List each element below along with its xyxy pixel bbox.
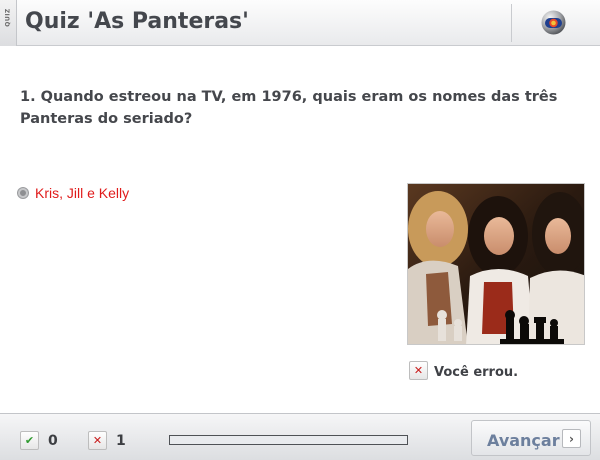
question-photo <box>407 183 585 345</box>
quiz-header: QUIZ Quiz 'As Panteras' <box>0 0 600 46</box>
photo-image <box>408 184 584 344</box>
result-text: Você errou. <box>434 365 519 380</box>
quiz-footer: ✔ 0 ✕ 1 Avançar › <box>0 413 600 460</box>
quiz-side-tab: QUIZ <box>0 0 17 46</box>
question-text: 1. Quando estreou na TV, em 1976, quais … <box>20 89 558 127</box>
chevron-right-icon: › <box>562 429 581 448</box>
answer-result: ✕ Você errou. <box>409 361 518 380</box>
x-icon: ✕ <box>88 431 107 450</box>
answer-option[interactable]: Kris, Jill e Kelly <box>18 184 129 202</box>
wrong-count: 1 <box>116 432 126 449</box>
correct-score: ✔ 0 <box>20 431 58 450</box>
page-title: Quiz 'As Panteras' <box>25 9 249 34</box>
check-icon: ✔ <box>20 431 39 450</box>
correct-count: 0 <box>48 432 58 449</box>
next-button[interactable]: Avançar › <box>471 420 591 456</box>
radio-button[interactable] <box>18 188 28 198</box>
x-icon: ✕ <box>409 361 428 380</box>
answer-option-label: Kris, Jill e Kelly <box>35 185 130 201</box>
globo-logo-icon <box>541 10 566 35</box>
quiz-tab-label: QUIZ <box>4 8 12 27</box>
wrong-score: ✕ 1 <box>88 431 126 450</box>
next-button-label: Avançar <box>487 431 560 450</box>
header-divider <box>511 4 512 42</box>
quiz-progress-bar <box>169 435 408 445</box>
